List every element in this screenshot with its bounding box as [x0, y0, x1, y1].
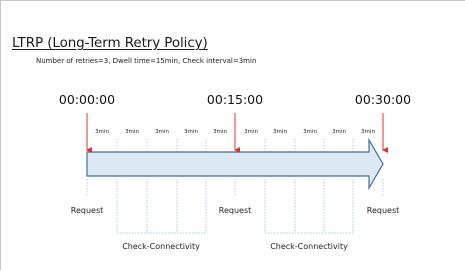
- interval-label: 3min: [155, 129, 169, 135]
- check-connectivity-label: Check-Connectivity: [122, 242, 200, 251]
- interval-label: 3min: [213, 129, 227, 135]
- time-label-middle: 00:15:00: [207, 92, 263, 107]
- time-label-end: 00:30:00: [355, 92, 411, 107]
- interval-label: 3min: [361, 129, 375, 135]
- slide: LTRP (Long-Term Retry Policy) Number of …: [0, 0, 465, 270]
- request-label: Request: [71, 206, 104, 215]
- interval-label: 3min: [95, 129, 109, 135]
- interval-label: 3min: [244, 129, 258, 135]
- interval-label: 3min: [273, 129, 287, 135]
- interval-label: 3min: [184, 129, 198, 135]
- interval-label: 3min: [125, 129, 139, 135]
- interval-label: 3min: [332, 129, 346, 135]
- request-label: Request: [367, 206, 400, 215]
- check-connectivity-label: Check-Connectivity: [270, 242, 348, 251]
- timeline-diagram: 00:00:00 00:15:00 00:30:00 3min 3min 3mi…: [59, 92, 411, 251]
- request-label: Request: [219, 206, 252, 215]
- interval-label: 3min: [303, 129, 317, 135]
- time-label-start: 00:00:00: [59, 92, 115, 107]
